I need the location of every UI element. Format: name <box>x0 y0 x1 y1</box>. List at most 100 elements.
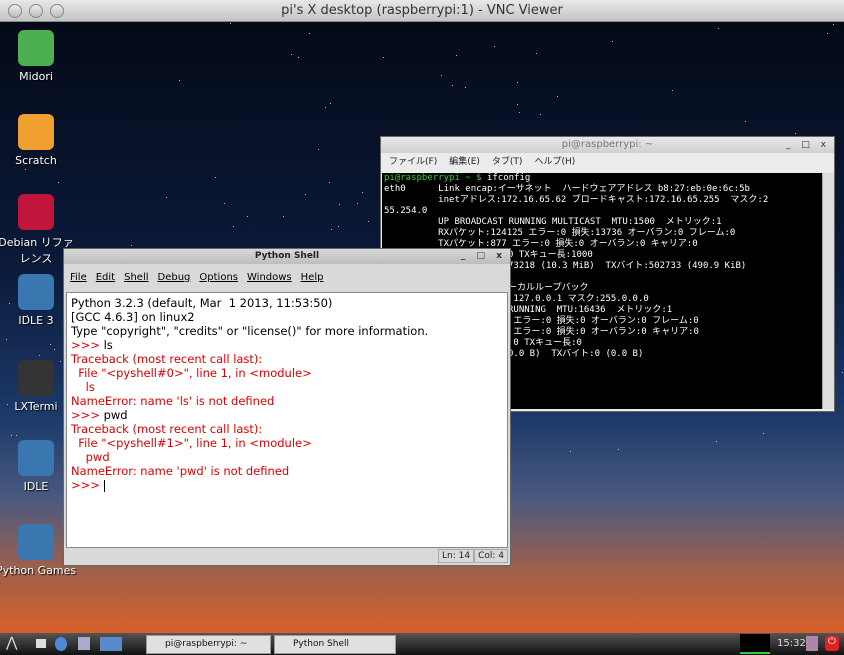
shell-input: ls <box>104 338 113 352</box>
star <box>325 107 326 108</box>
task-python-shell[interactable]: Python Shell <box>274 635 396 654</box>
terminal-line: inetアドレス:172.16.65.62 ブロードキャスト:172.16.65… <box>384 195 822 206</box>
star <box>570 451 571 452</box>
power-icon[interactable]: ⏻ <box>825 636 839 651</box>
star <box>54 349 55 350</box>
python-shell-menu: File Edit Shell Debug Options Windows Help <box>64 267 510 289</box>
star <box>305 194 306 195</box>
clock[interactable]: 15:32 <box>777 638 806 649</box>
python-icon <box>18 274 54 310</box>
star <box>519 112 520 113</box>
python-shell-window[interactable]: Python Shell _ □ x File Edit Shell Debug Opti… <box>63 248 511 566</box>
zoom-button[interactable] <box>50 4 64 18</box>
menu-edit[interactable]: Edit <box>96 272 115 283</box>
shell-line: NameError: name 'pwd' is not defined <box>71 464 503 478</box>
windows-icon[interactable] <box>78 637 90 650</box>
menu-edit[interactable]: 編集(E) <box>449 157 480 167</box>
python-shell-text-area[interactable]: Python 3.2.3 (default, Mar 1 2013, 11:53… <box>66 292 508 548</box>
star <box>517 82 518 83</box>
shell-line: Python 3.2.3 (default, Mar 1 2013, 11:53… <box>71 296 503 310</box>
window-controls[interactable]: _ □ x <box>461 249 506 264</box>
terminal-line: RXパケット:124125 エラー:0 損失:13736 オーバラン:0 フレー… <box>384 228 822 239</box>
desktop-icon-label: Scratch <box>0 154 76 167</box>
star <box>39 355 40 356</box>
terminal-line: UP BROADCAST RUNNING MULTICAST MTU:1500 … <box>384 217 822 228</box>
star <box>6 339 7 340</box>
terminal-line: eth0 Link encap:イーサネット ハードウェアアドレス b8:27:… <box>384 184 822 195</box>
task-terminal[interactable]: pi@raspberrypi: ~ <box>146 635 271 654</box>
star <box>230 23 231 24</box>
menu-shell[interactable]: Shell <box>124 272 148 283</box>
star <box>247 216 248 217</box>
menu-tabs[interactable]: タブ(T) <box>492 157 523 167</box>
star <box>318 149 319 150</box>
star <box>745 121 746 122</box>
window-title: pi's X desktop (raspberrypi:1) - VNC Vie… <box>281 3 563 18</box>
star <box>618 449 619 450</box>
shell-input: pwd <box>104 408 128 422</box>
text-cursor <box>104 480 105 492</box>
shell-prompt: >>> <box>71 338 104 352</box>
star <box>309 33 310 34</box>
star <box>368 221 369 222</box>
star <box>357 203 358 204</box>
menu-help[interactable]: Help <box>301 272 324 283</box>
midori-icon <box>18 30 54 66</box>
shell-line: >>> <box>71 478 104 492</box>
menu-options[interactable]: Options <box>199 272 238 283</box>
task-label: Python Shell <box>293 639 349 649</box>
star <box>224 203 225 204</box>
star <box>291 54 292 55</box>
menu-windows[interactable]: Windows <box>247 272 292 283</box>
star <box>842 372 843 373</box>
close-button[interactable] <box>8 4 22 18</box>
window-controls[interactable]: _ □ x <box>786 137 830 153</box>
terminal-title-bar[interactable]: pi@raspberrypi: ~ _ □ x <box>381 137 834 153</box>
star <box>339 204 340 205</box>
star <box>833 24 834 25</box>
star <box>716 441 717 442</box>
shell-line: [GCC 4.6.3] on linux2 <box>71 310 503 324</box>
shell-prompt: >>> <box>71 408 104 422</box>
column-number: Col: 4 <box>474 549 508 563</box>
screen-lock-icon[interactable] <box>806 636 818 651</box>
python-shell-title-bar[interactable]: Python Shell _ □ x <box>64 249 510 264</box>
shell-line: Traceback (most recent call last): <box>71 352 503 366</box>
star <box>465 87 466 88</box>
menu-debug[interactable]: Debug <box>158 272 191 283</box>
taskbar: ⋀ pi@raspberrypi: ~ Python Shell 15:32 ⏻ <box>0 633 844 655</box>
star <box>536 53 537 54</box>
terminal-title: pi@raspberrypi: ~ <box>562 139 653 150</box>
file-manager-icon[interactable] <box>36 639 46 648</box>
terminal-line: 0 TXキュー長:1000 <box>508 250 593 261</box>
desktop-icon-label: Midori <box>0 70 76 83</box>
star <box>827 33 828 34</box>
star <box>215 177 216 178</box>
python-icon <box>18 440 54 476</box>
terminal-line: ーカルループバック <box>508 283 588 294</box>
star <box>283 216 284 217</box>
minimize-button[interactable] <box>29 4 43 18</box>
star <box>362 192 363 193</box>
star <box>338 226 339 227</box>
terminal-line: 0.0 B) TXバイト:0 (0.0 B) <box>508 349 643 360</box>
star <box>329 182 330 183</box>
terminal-line: 0 TXキュー長:0 <box>508 338 582 349</box>
star <box>557 96 558 97</box>
lxde-menu-icon[interactable]: ⋀ <box>6 635 17 651</box>
desktop-icon[interactable]: Midori <box>0 30 76 83</box>
shell-line: >>> ls <box>71 338 503 352</box>
terminal-prompt: pi@raspberrypi ~ $ <box>384 173 482 183</box>
desktop-icon[interactable]: Scratch <box>0 114 76 167</box>
status-bar: Ln: 14 Col: 4 <box>438 549 508 563</box>
desktop-switch-icon[interactable] <box>100 637 122 651</box>
terminal-scrollbar[interactable] <box>822 173 834 409</box>
menu-help[interactable]: ヘルプ(H) <box>534 157 575 167</box>
menu-file[interactable]: File <box>70 272 87 283</box>
browser-icon[interactable] <box>55 637 67 651</box>
star <box>11 435 12 436</box>
shell-line: pwd <box>71 450 503 464</box>
menu-file[interactable]: ファイル(F) <box>389 157 437 167</box>
star <box>50 344 51 345</box>
shell-line: >>> pwd <box>71 408 503 422</box>
